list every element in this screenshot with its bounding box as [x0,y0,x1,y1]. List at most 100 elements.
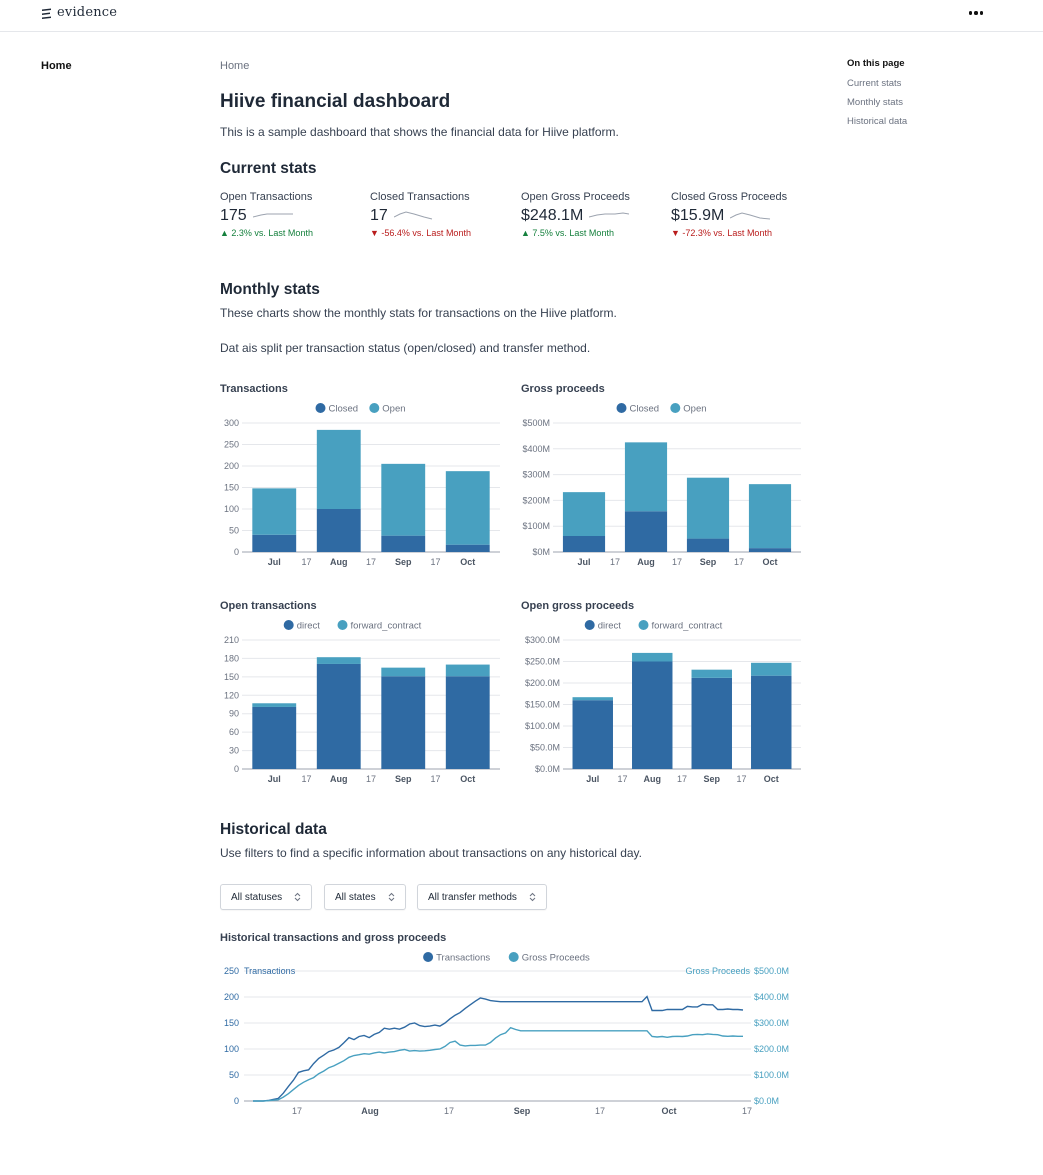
bar[interactable] [632,661,673,770]
series-line[interactable] [253,1026,743,1102]
sidebar-item-home[interactable]: Home [41,60,72,72]
bar[interactable] [316,663,361,769]
legend-label[interactable]: forward_contract [351,621,422,632]
bar[interactable] [252,703,297,707]
open-transactions-chart: Open transactions direct forward_contract… [220,600,510,790]
state-filter-select[interactable]: All states [324,884,406,910]
y-tick-label: $0.0M [535,764,560,774]
bar[interactable] [252,706,297,769]
x-tick-label: Sep [395,557,412,567]
bar[interactable] [562,536,606,552]
y-left-tick-label: 200 [224,992,239,1002]
bar[interactable] [691,669,732,678]
x-tick-label: Oct [764,774,779,784]
y-tick-label: $400M [522,444,550,454]
x-tick-label: Oct [460,774,475,784]
bar[interactable] [381,676,426,769]
bar[interactable] [445,544,490,552]
page-intro: This is a sample dashboard that shows th… [220,125,619,139]
legend-label[interactable]: Open [683,404,706,415]
chart-svg: Transactions Gross Proceeds 0 $0.0M 50 $100.0… [224,952,789,1116]
current-stats-heading: Current stats [220,160,317,177]
legend-marker[interactable] [638,620,649,630]
bar[interactable] [748,548,792,552]
chart-svg: direct forward_contract 0 30 60 90 120 150 180 21… [224,620,500,784]
chevron-up-down-icon [529,892,536,902]
legend-marker[interactable] [315,403,326,413]
bar[interactable] [624,442,668,512]
y-tick-label: 50 [229,526,239,536]
legend-marker[interactable] [584,620,595,630]
toc-link-monthly-stats[interactable]: Monthly stats [847,97,1017,108]
kpi-delta: ▼ -72.3% vs. Last Month [671,228,772,238]
filter-label: All states [335,891,376,903]
bar[interactable] [572,700,613,769]
legend-label[interactable]: Closed [329,404,359,415]
more-menu-icon[interactable] [965,6,987,20]
logo[interactable]: evidence [41,5,117,20]
toc-link-current-stats[interactable]: Current stats [847,78,1017,89]
x-tick-label: 17 [677,774,687,784]
kpi-label: Closed Transactions [370,191,470,203]
legend-label[interactable]: direct [297,621,321,632]
legend-marker[interactable] [337,620,348,630]
bar[interactable] [751,675,792,769]
kpi-delta: ▲ 7.5% vs. Last Month [521,228,614,238]
bar[interactable] [381,535,426,552]
legend-label[interactable]: forward_contract [652,621,723,632]
legend-label[interactable]: Closed [630,404,660,415]
bar[interactable] [624,511,668,552]
monthly-stats-para-1: These charts show the monthly stats for … [220,306,617,320]
x-tick-label: 17 [430,774,440,784]
kpi-closed-transactions: Closed Transactions 17 ▼ -56.4% vs. Last… [370,189,510,238]
x-tick-label: 17 [444,1106,454,1116]
x-tick-label: 17 [292,1106,302,1116]
y-left-tick-label: 100 [224,1044,239,1054]
transfer-method-filter-select[interactable]: All transfer methods [417,884,547,910]
bar[interactable] [381,667,426,677]
legend-marker[interactable] [283,620,294,630]
y-right-tick-label: $500.0M [754,966,789,976]
bar[interactable] [445,471,490,545]
bar[interactable] [572,697,613,701]
bar[interactable] [252,534,297,552]
legend-label[interactable]: Transactions [436,953,490,964]
monthly-stats-heading: Monthly stats [220,281,320,298]
bar[interactable] [686,538,730,552]
breadcrumb[interactable]: Home [220,60,249,72]
legend-marker[interactable] [616,403,627,413]
x-tick-label: Oct [762,557,777,567]
bar[interactable] [751,662,792,676]
y-tick-label: 60 [229,727,239,737]
legend-label[interactable]: Open [382,404,405,415]
bar[interactable] [381,463,426,536]
legend-marker[interactable] [670,403,681,413]
legend-marker[interactable] [508,952,519,962]
bar[interactable] [445,676,490,769]
bar[interactable] [316,509,361,552]
y-left-tick-label: 250 [224,966,239,976]
legend-marker[interactable] [423,952,434,962]
legend-marker[interactable] [369,403,380,413]
y-tick-label: 0 [234,764,239,774]
bar[interactable] [316,657,361,664]
transactions-chart: Transactions Closed Open 0 50 100 150 200 250 30… [220,383,510,573]
bar[interactable] [316,429,361,509]
bar[interactable] [691,677,732,769]
bar[interactable] [686,477,730,539]
bar[interactable] [632,652,673,662]
y-left-tick-label: 50 [229,1070,239,1080]
bar[interactable] [445,664,490,677]
sparkline [393,211,432,220]
legend-label[interactable]: Gross Proceeds [522,953,590,964]
bar[interactable] [252,488,297,535]
x-tick-label: 17 [595,1106,605,1116]
status-filter-select[interactable]: All statuses [220,884,313,910]
legend-label[interactable]: direct [598,621,622,632]
bar[interactable] [562,492,606,537]
kpi-label: Open Gross Proceeds [521,191,630,203]
x-tick-label: Oct [661,1106,676,1116]
y-tick-label: $150.0M [525,700,560,710]
bar[interactable] [748,484,792,549]
toc-link-historical-data[interactable]: Historical data [847,116,1017,127]
